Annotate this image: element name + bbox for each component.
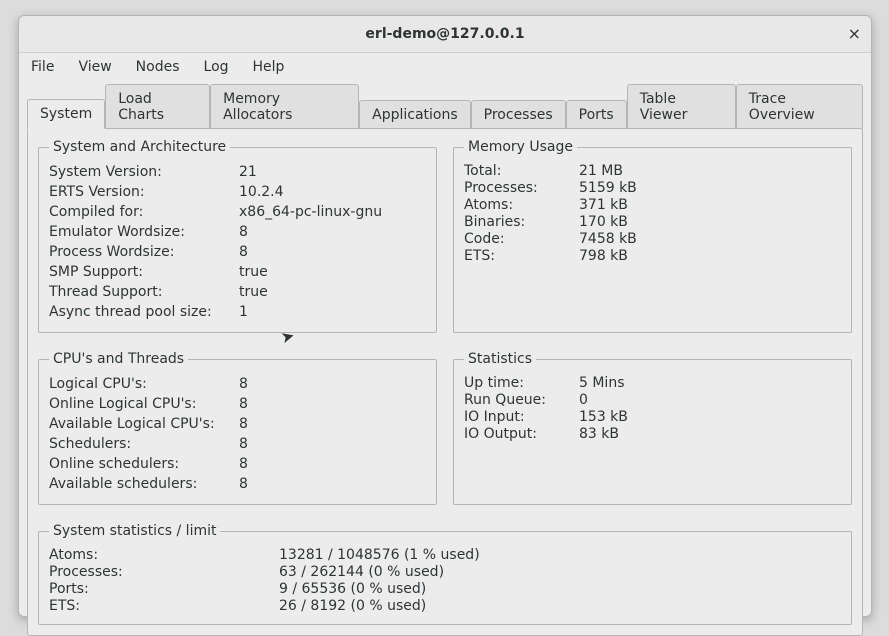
group-memory-usage: Memory Usage Total: 21 MB Processes: 515… [453, 139, 852, 333]
tab-processes[interactable]: Processes [471, 100, 566, 129]
legend-cpu: CPU's and Threads [49, 351, 188, 367]
label-smp-support: SMP Support: [49, 263, 239, 282]
label-system-version: System Version: [49, 163, 239, 182]
label-io-output: IO Output: [464, 426, 579, 442]
menubar: File View Nodes Log Help [19, 53, 871, 81]
label-uptime: Up time: [464, 375, 579, 391]
legend-limits: System statistics / limit [49, 523, 220, 539]
value-emulator-wordsize: 8 [239, 223, 426, 242]
tab-trace-overview[interactable]: Trace Overview [736, 84, 863, 129]
label-mem-code: Code: [464, 231, 579, 247]
value-process-wordsize: 8 [239, 243, 426, 262]
value-io-output: 83 kB [579, 426, 841, 442]
value-limit-ports: 9 / 65536 (0 % used) [279, 581, 841, 597]
tab-bar: System Load Charts Memory Allocators App… [27, 83, 863, 128]
menu-log[interactable]: Log [200, 57, 233, 77]
value-compiled-for: x86_64-pc-linux-gnu [239, 203, 426, 222]
label-mem-binaries: Binaries: [464, 214, 579, 230]
value-mem-code: 7458 kB [579, 231, 841, 247]
legend-stats: Statistics [464, 351, 536, 367]
label-mem-processes: Processes: [464, 180, 579, 196]
value-limit-ets: 26 / 8192 (0 % used) [279, 598, 841, 614]
menu-help[interactable]: Help [249, 57, 289, 77]
value-uptime: 5 Mins [579, 375, 841, 391]
value-thread-support: true [239, 283, 426, 302]
legend-memory: Memory Usage [464, 139, 577, 155]
label-logical-cpus: Logical CPU's: [49, 375, 239, 394]
value-mem-processes: 5159 kB [579, 180, 841, 196]
value-schedulers: 8 [239, 435, 426, 454]
label-online-logical-cpus: Online Logical CPU's: [49, 395, 239, 414]
titlebar: erl-demo@127.0.0.1 × [19, 16, 871, 53]
value-available-logical-cpus: 8 [239, 415, 426, 434]
label-mem-atoms: Atoms: [464, 197, 579, 213]
value-limit-processes: 63 / 262144 (0 % used) [279, 564, 841, 580]
value-mem-atoms: 371 kB [579, 197, 841, 213]
window-title: erl-demo@127.0.0.1 [365, 26, 524, 42]
label-limit-ets: ETS: [49, 598, 279, 614]
tab-ports[interactable]: Ports [566, 100, 627, 129]
value-mem-ets: 798 kB [579, 248, 841, 264]
menu-view[interactable]: View [74, 57, 115, 77]
value-online-schedulers: 8 [239, 455, 426, 474]
group-system-limits: System statistics / limit Atoms: 13281 /… [38, 523, 852, 625]
group-system-architecture: System and Architecture System Version: … [38, 139, 437, 333]
label-thread-support: Thread Support: [49, 283, 239, 302]
label-mem-total: Total: [464, 163, 579, 179]
label-compiled-for: Compiled for: [49, 203, 239, 222]
value-available-schedulers: 8 [239, 475, 426, 494]
label-async-pool: Async thread pool size: [49, 303, 239, 322]
label-mem-ets: ETS: [464, 248, 579, 264]
label-run-queue: Run Queue: [464, 392, 579, 408]
value-logical-cpus: 8 [239, 375, 426, 394]
tab-system[interactable]: System [27, 99, 105, 129]
label-schedulers: Schedulers: [49, 435, 239, 454]
system-pane: System and Architecture System Version: … [27, 128, 863, 636]
label-erts-version: ERTS Version: [49, 183, 239, 202]
group-statistics: Statistics Up time: 5 Mins Run Queue: 0 … [453, 351, 852, 505]
legend-sys-arch: System and Architecture [49, 139, 230, 155]
label-online-schedulers: Online schedulers: [49, 455, 239, 474]
value-io-input: 153 kB [579, 409, 841, 425]
value-mem-binaries: 170 kB [579, 214, 841, 230]
label-available-logical-cpus: Available Logical CPU's: [49, 415, 239, 434]
label-available-schedulers: Available schedulers: [49, 475, 239, 494]
value-async-pool: 1 [239, 303, 426, 322]
menu-nodes[interactable]: Nodes [132, 57, 184, 77]
value-online-logical-cpus: 8 [239, 395, 426, 414]
label-process-wordsize: Process Wordsize: [49, 243, 239, 262]
label-limit-atoms: Atoms: [49, 547, 279, 563]
tab-memory-allocators[interactable]: Memory Allocators [210, 84, 359, 129]
label-limit-ports: Ports: [49, 581, 279, 597]
tab-applications[interactable]: Applications [359, 100, 471, 129]
value-smp-support: true [239, 263, 426, 282]
value-limit-atoms: 13281 / 1048576 (1 % used) [279, 547, 841, 563]
label-emulator-wordsize: Emulator Wordsize: [49, 223, 239, 242]
value-run-queue: 0 [579, 392, 841, 408]
menu-file[interactable]: File [27, 57, 58, 77]
observer-window: erl-demo@127.0.0.1 × File View Nodes Log… [18, 15, 872, 617]
tab-load-charts[interactable]: Load Charts [105, 84, 210, 129]
close-icon[interactable]: × [848, 16, 861, 52]
value-mem-total: 21 MB [579, 163, 841, 179]
tab-table-viewer[interactable]: Table Viewer [627, 84, 736, 129]
label-io-input: IO Input: [464, 409, 579, 425]
value-erts-version: 10.2.4 [239, 183, 426, 202]
label-limit-processes: Processes: [49, 564, 279, 580]
group-cpus-threads: CPU's and Threads Logical CPU's: 8 Onlin… [38, 351, 437, 505]
value-system-version: 21 [239, 163, 426, 182]
